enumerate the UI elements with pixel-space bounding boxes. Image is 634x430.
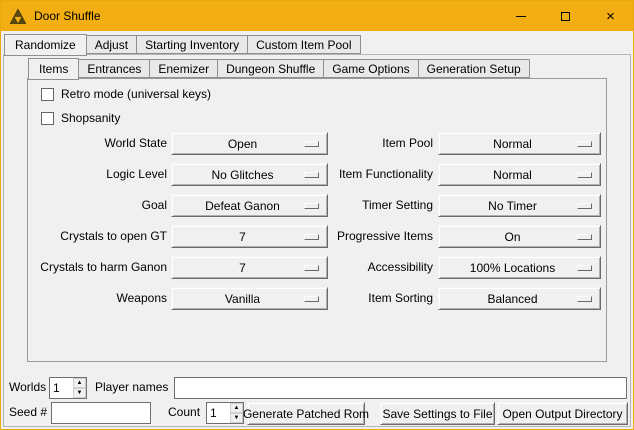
app-window: Door Shuffle × Randomize Adjust Starting… (0, 0, 634, 430)
spin-up-button[interactable]: ▲ (230, 403, 243, 413)
minimize-button[interactable] (498, 1, 543, 31)
inner-tab-bar: Items Entrances Enemizer Dungeon Shuffle… (28, 56, 530, 79)
player-names-label: Player names (95, 376, 168, 399)
spin-down-button[interactable]: ▼ (73, 388, 86, 398)
timer-setting-dropdown[interactable]: No Timer (438, 194, 601, 217)
crystals-ganon-label: Crystals to harm Ganon (21, 256, 167, 279)
timer-setting-value: No Timer (439, 199, 600, 213)
dropdown-indicator-icon (577, 296, 592, 302)
save-settings-button[interactable]: Save Settings to File (380, 402, 495, 425)
spin-up-button[interactable]: ▲ (73, 378, 86, 388)
accessibility-value: 100% Locations (439, 261, 600, 275)
worlds-input[interactable] (50, 378, 73, 398)
dropdown-indicator-icon (577, 234, 592, 240)
dropdown-indicator-icon (577, 265, 592, 271)
retro-mode-label: Retro mode (universal keys) (61, 87, 211, 101)
accessibility-label: Accessibility (296, 256, 433, 279)
player-names-input[interactable] (174, 377, 627, 399)
worlds-label: Worlds (9, 376, 46, 399)
minimize-icon (516, 16, 526, 17)
shopsanity-checkbox-row: Shopsanity (41, 111, 120, 125)
count-input[interactable] (207, 403, 230, 423)
dropdown-indicator-icon (577, 172, 592, 178)
count-spinner-arrows: ▲ ▼ (230, 403, 243, 423)
seed-label: Seed # (9, 401, 47, 424)
item-functionality-dropdown[interactable]: Normal (438, 163, 601, 186)
progressive-items-dropdown[interactable]: On (438, 225, 601, 248)
item-functionality-value: Normal (439, 168, 600, 182)
goal-label: Goal (21, 194, 167, 217)
tab-generation-setup[interactable]: Generation Setup (418, 59, 530, 78)
weapons-label: Weapons (21, 287, 167, 310)
worlds-spinner: ▲ ▼ (49, 377, 87, 399)
maximize-icon (561, 12, 570, 21)
caption-buttons: × (498, 1, 633, 31)
spin-up-icon: ▲ (77, 380, 83, 386)
timer-setting-label: Timer Setting (296, 194, 433, 217)
open-output-directory-button[interactable]: Open Output Directory (497, 402, 628, 425)
window-title: Door Shuffle (34, 9, 101, 23)
spin-up-icon: ▲ (234, 405, 240, 411)
app-icon (10, 8, 26, 24)
dropdown-indicator-icon (577, 141, 592, 147)
world-state-label: World State (21, 132, 167, 155)
outer-tab-bar: Randomize Adjust Starting Inventory Cust… (4, 33, 361, 55)
count-spinner: ▲ ▼ (206, 402, 244, 424)
tab-entrances[interactable]: Entrances (78, 59, 150, 78)
item-pool-dropdown[interactable]: Normal (438, 132, 601, 155)
item-sorting-value: Balanced (439, 292, 600, 306)
dropdown-indicator-icon (577, 203, 592, 209)
titlebar[interactable]: Door Shuffle × (1, 1, 633, 31)
retro-mode-checkbox-row: Retro mode (universal keys) (41, 87, 211, 101)
item-pool-value: Normal (439, 137, 600, 151)
item-sorting-dropdown[interactable]: Balanced (438, 287, 601, 310)
seed-input[interactable] (51, 402, 151, 424)
item-sorting-label: Item Sorting (296, 287, 433, 310)
tab-game-options[interactable]: Game Options (323, 59, 418, 78)
client-area: Randomize Adjust Starting Inventory Cust… (1, 31, 633, 429)
close-icon: × (606, 9, 615, 24)
generate-patched-rom-button[interactable]: Generate Patched Rom (247, 402, 365, 425)
tab-custom-item-pool[interactable]: Custom Item Pool (247, 35, 360, 54)
tab-adjust[interactable]: Adjust (86, 35, 137, 54)
spin-down-icon: ▼ (234, 415, 240, 421)
count-label: Count (168, 401, 200, 424)
crystals-gt-label: Crystals to open GT (21, 225, 167, 248)
tab-enemizer[interactable]: Enemizer (149, 59, 218, 78)
maximize-button[interactable] (543, 1, 588, 31)
accessibility-dropdown[interactable]: 100% Locations (438, 256, 601, 279)
item-pool-label: Item Pool (296, 132, 433, 155)
item-functionality-label: Item Functionality (296, 163, 433, 186)
close-button[interactable]: × (588, 1, 633, 31)
shopsanity-checkbox[interactable] (41, 112, 54, 125)
progressive-items-label: Progressive Items (296, 225, 433, 248)
spin-down-button[interactable]: ▼ (230, 413, 243, 423)
tab-items[interactable]: Items (28, 58, 79, 80)
logic-level-label: Logic Level (21, 163, 167, 186)
tab-dungeon-shuffle[interactable]: Dungeon Shuffle (217, 59, 324, 78)
tab-starting-inventory[interactable]: Starting Inventory (136, 35, 248, 54)
worlds-spinner-arrows: ▲ ▼ (73, 378, 86, 398)
progressive-items-value: On (439, 230, 600, 244)
tab-randomize[interactable]: Randomize (4, 34, 87, 56)
shopsanity-label: Shopsanity (61, 111, 120, 125)
retro-mode-checkbox[interactable] (41, 88, 54, 101)
spin-down-icon: ▼ (77, 390, 83, 396)
